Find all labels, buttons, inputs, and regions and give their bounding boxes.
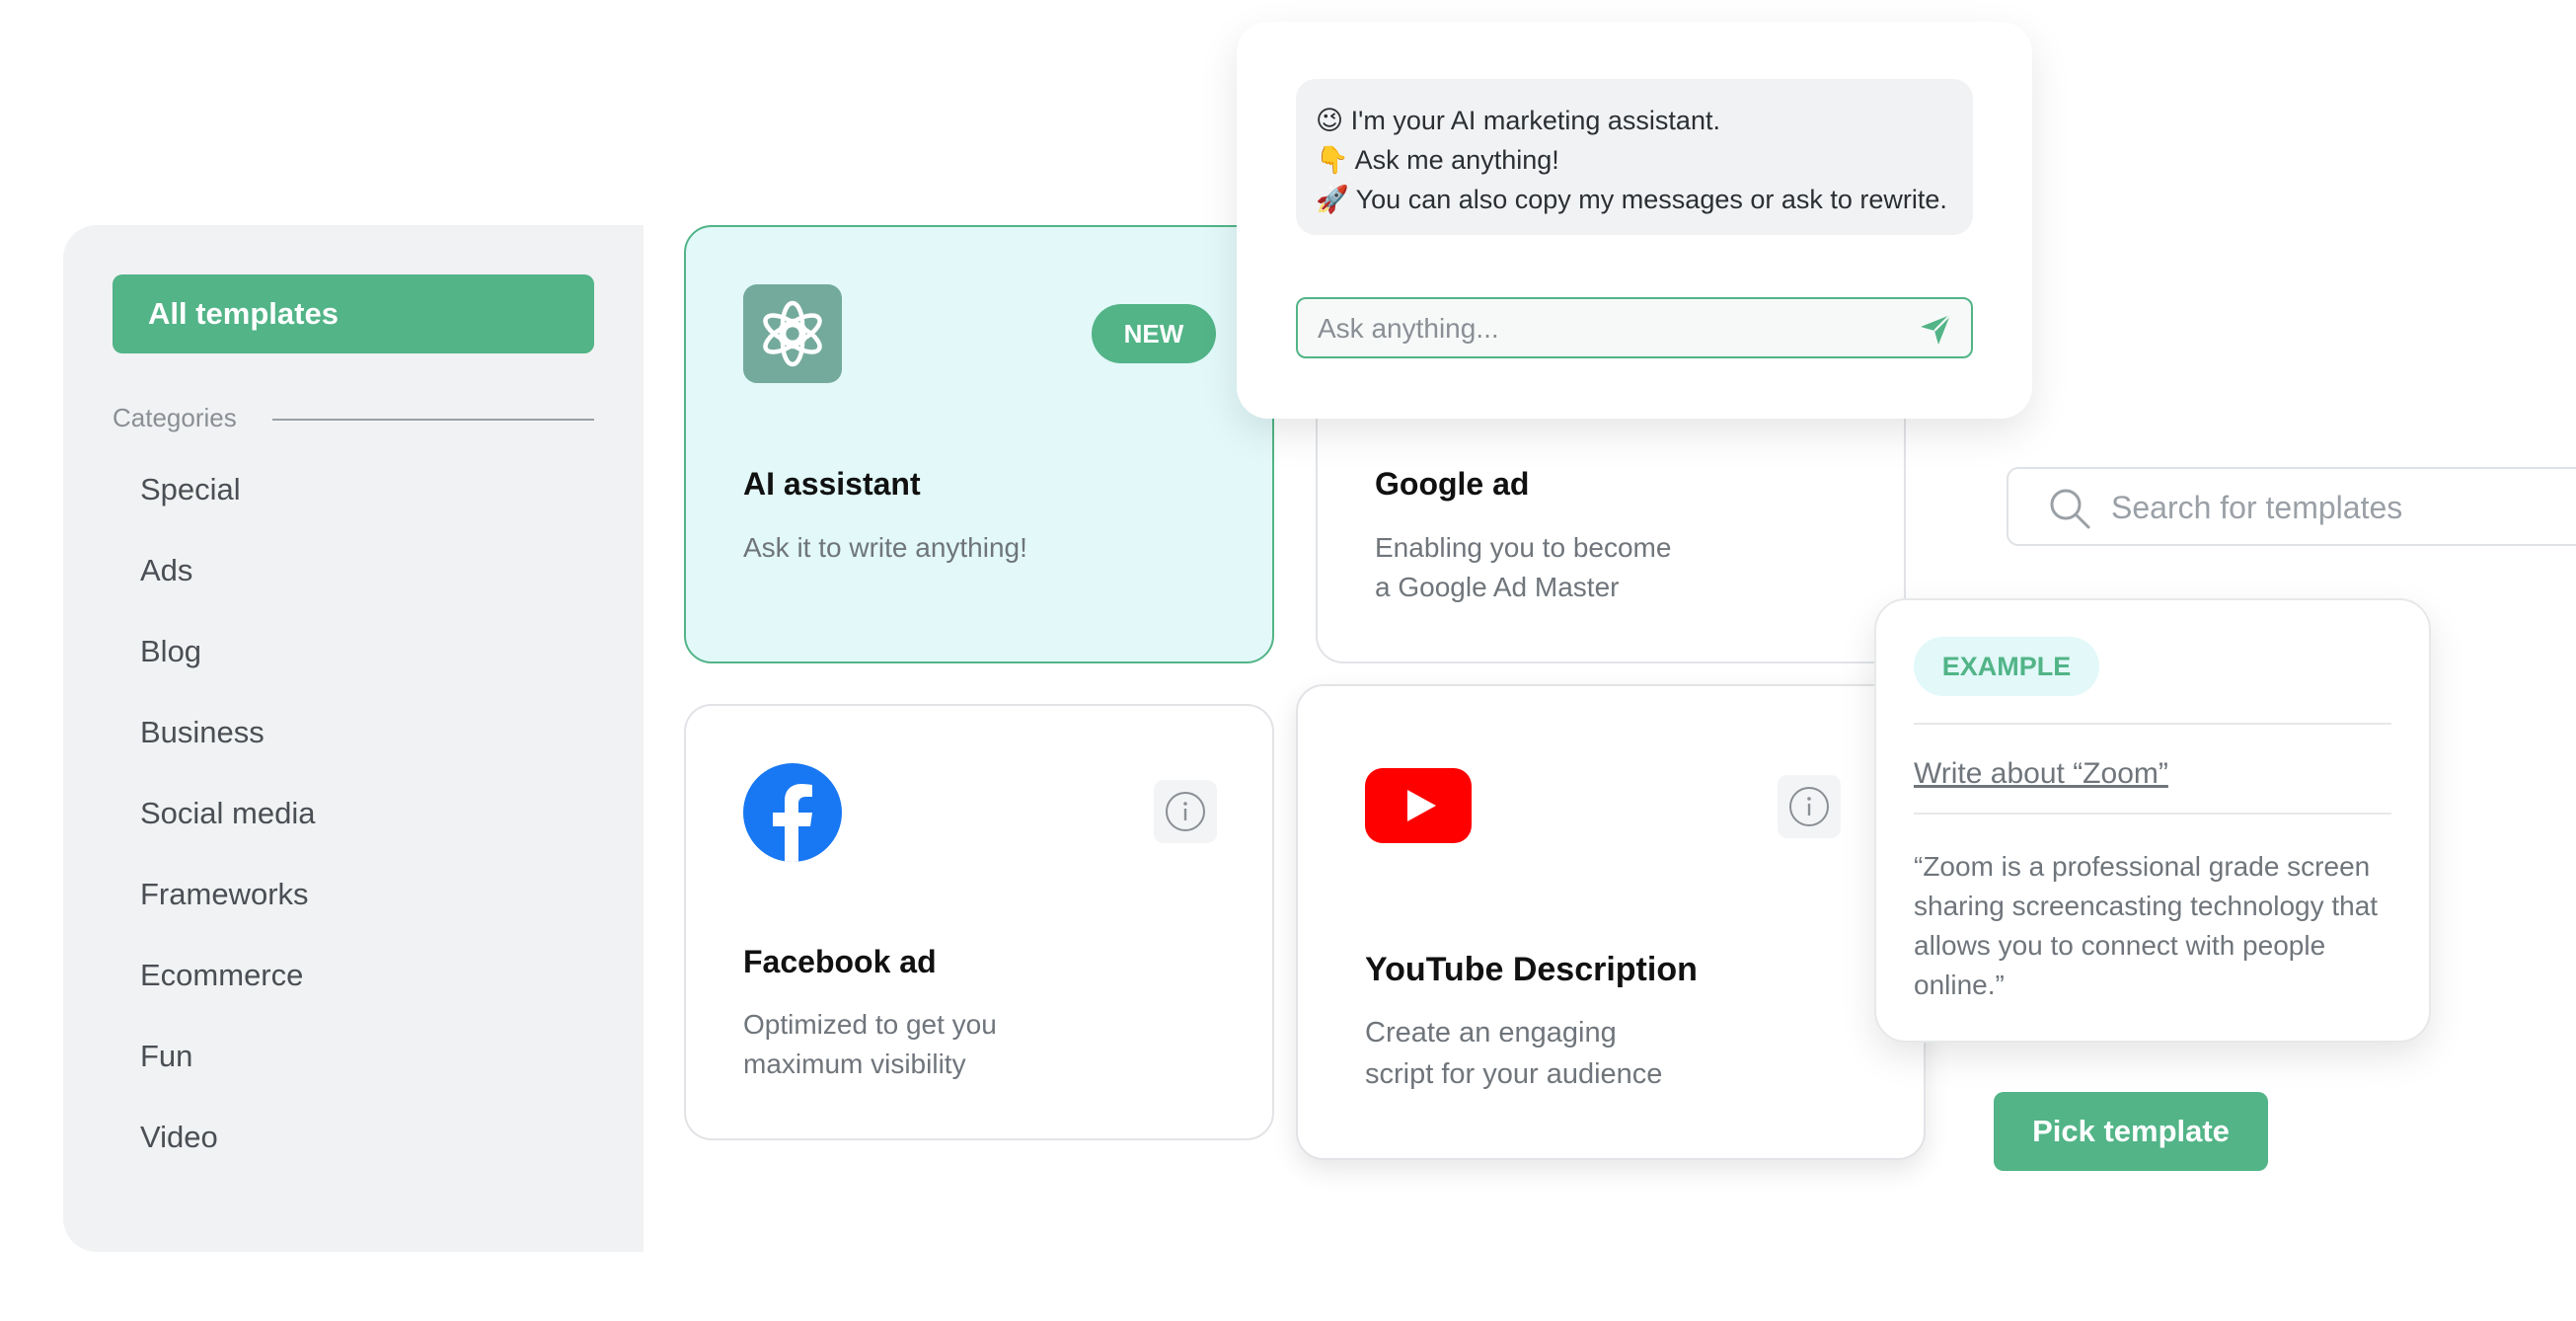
info-button[interactable] (1154, 780, 1217, 843)
card-description: Create an engaging script for your audie… (1365, 1012, 1662, 1095)
sidebar-item-frameworks[interactable]: Frameworks (140, 877, 309, 912)
card-title: AI assistant (743, 466, 921, 502)
pick-template-button[interactable]: Pick template (1994, 1092, 2268, 1171)
message-text: You can also copy my messages or ask to … (1355, 185, 1947, 214)
example-body-line: “Zoom is a professional grade screen (1914, 851, 2371, 882)
chat-input-box (1296, 297, 1973, 358)
card-title: YouTube Description (1365, 951, 1698, 988)
card-title: Facebook ad (743, 944, 937, 979)
message-line: 😉 I'm your AI marketing assistant. (1316, 101, 1973, 140)
youtube-icon (1365, 768, 1472, 843)
sidebar-item-video[interactable]: Video (140, 1120, 218, 1155)
pointing-down-emoji-icon: 👇 (1316, 145, 1349, 175)
message-text: I'm your AI marketing assistant. (1350, 106, 1720, 135)
card-description-line: Enabling you to become (1375, 532, 1672, 563)
example-badge: EXAMPLE (1914, 637, 2099, 696)
search-input[interactable] (2109, 469, 2567, 546)
card-description: Enabling you to become a Google Ad Maste… (1375, 528, 1671, 607)
message-text: Ask me anything! (1354, 145, 1559, 175)
chatgpt-icon (743, 284, 842, 383)
message-line: 👇 Ask me anything! (1316, 140, 1973, 180)
card-description-line: Create an engaging (1365, 1017, 1617, 1049)
message-line: 🚀 You can also copy my messages or ask t… (1316, 180, 1973, 219)
card-description-line: a Google Ad Master (1375, 572, 1620, 602)
send-icon[interactable] (1918, 312, 1953, 348)
categories-heading: Categories (113, 403, 237, 432)
sidebar-item-social-media[interactable]: Social media (140, 796, 315, 831)
rocket-emoji-icon: 🚀 (1316, 185, 1349, 214)
info-button[interactable] (1778, 775, 1841, 838)
example-body-line: online.” (1914, 970, 2005, 1000)
new-badge: NEW (1092, 304, 1216, 363)
assistant-message-bubble: 😉 I'm your AI marketing assistant. 👇 Ask… (1296, 79, 1973, 235)
info-icon (1166, 792, 1205, 831)
sidebar-item-business[interactable]: Business (140, 715, 265, 750)
divider (1914, 723, 2391, 725)
facebook-icon (743, 763, 842, 862)
example-title-link[interactable]: Write about “Zoom” (1914, 757, 2168, 791)
card-description: Optimized to get you maximum visibility (743, 1005, 997, 1084)
info-icon (1789, 787, 1829, 826)
chat-input[interactable] (1316, 299, 1892, 358)
card-description: Ask it to write anything! (743, 532, 1027, 563)
card-description-line: Optimized to get you (743, 1009, 997, 1040)
sidebar-item-fun[interactable]: Fun (140, 1039, 192, 1074)
card-description-line: maximum visibility (743, 1049, 966, 1079)
search-icon (2050, 489, 2090, 529)
example-body-line: allows you to connect with people (1914, 930, 2326, 961)
example-body-line: sharing screencasting technology that (1914, 891, 2379, 921)
sidebar-item-ecommerce[interactable]: Ecommerce (140, 958, 303, 993)
sidebar-item-blog[interactable]: Blog (140, 634, 201, 669)
sidebar-item-ads[interactable]: Ads (140, 553, 192, 588)
sidebar-item-special[interactable]: Special (140, 472, 241, 507)
example-body: “Zoom is a professional grade screen sha… (1914, 847, 2391, 1005)
wink-emoji-icon: 😉 (1316, 106, 1344, 135)
divider (1914, 813, 2391, 815)
template-search (2007, 467, 2576, 546)
all-templates-button[interactable]: All templates (113, 274, 594, 353)
card-title: Google ad (1375, 466, 1530, 502)
card-description-line: script for your audience (1365, 1058, 1663, 1090)
categories-divider (272, 419, 594, 421)
